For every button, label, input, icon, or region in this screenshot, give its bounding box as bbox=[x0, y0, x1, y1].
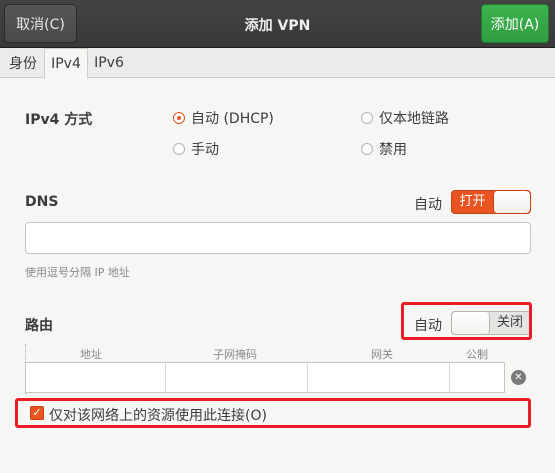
dns-input[interactable] bbox=[25, 222, 531, 254]
radio-unchecked-icon bbox=[361, 143, 373, 155]
switch-knob bbox=[492, 191, 530, 213]
clear-circle-icon[interactable]: ✕ bbox=[511, 370, 526, 385]
route-col-gateway: 网关 bbox=[371, 348, 393, 361]
radio-link-local[interactable]: 仅本地链路 bbox=[361, 108, 449, 128]
radio-unchecked-icon bbox=[173, 143, 185, 155]
route-netmask-input[interactable] bbox=[166, 363, 308, 392]
ipv4-method-label: IPv4 方式 bbox=[25, 112, 93, 128]
dns-label: DNS bbox=[25, 194, 59, 210]
route-col-metric: 公制 bbox=[466, 348, 488, 361]
restrict-checkbox[interactable]: ✓ bbox=[30, 406, 44, 420]
tab-ipv4[interactable]: IPv4 bbox=[44, 48, 88, 79]
tab-identity[interactable]: 身份 bbox=[2, 48, 44, 78]
switch-state-text: 关闭 bbox=[496, 315, 523, 330]
radio-manual[interactable]: 手动 bbox=[173, 139, 219, 159]
radio-label: 手动 bbox=[191, 142, 219, 158]
switch-knob bbox=[452, 312, 490, 334]
dns-auto-label: 自动 bbox=[414, 197, 442, 213]
dialog-title: 添加 VPN bbox=[244, 18, 311, 34]
route-col-netmask: 子网掩码 bbox=[213, 348, 257, 361]
radio-unchecked-icon bbox=[361, 112, 373, 124]
dns-hint: 使用逗号分隔 IP 地址 bbox=[25, 266, 130, 279]
radio-label: 自动 (DHCP) bbox=[191, 111, 274, 127]
route-gateway-input[interactable] bbox=[308, 363, 450, 392]
add-button[interactable]: 添加(A) bbox=[481, 4, 549, 43]
route-col-address: 地址 bbox=[80, 348, 102, 361]
tab-ipv6[interactable]: IPv6 bbox=[88, 48, 130, 78]
restrict-label: 仅对该网络上的资源使用此连接(O) bbox=[49, 408, 267, 424]
route-address-input[interactable] bbox=[26, 363, 166, 392]
dns-auto-switch[interactable]: 打开 bbox=[451, 190, 531, 214]
radio-checked-icon bbox=[173, 112, 185, 124]
switch-state-text: 打开 bbox=[459, 194, 486, 209]
routes-label: 路由 bbox=[25, 318, 53, 334]
routes-auto-switch[interactable]: 关闭 bbox=[451, 311, 531, 335]
radio-label: 仅本地链路 bbox=[379, 111, 449, 127]
route-metric-input[interactable] bbox=[450, 363, 504, 392]
checkmark-icon: ✓ bbox=[32, 406, 42, 419]
tab-bar: 身份 IPv4 IPv6 bbox=[0, 48, 555, 79]
radio-label: 禁用 bbox=[379, 142, 407, 158]
header-bar: 取消(C) 添加 VPN 添加(A) bbox=[0, 0, 555, 48]
route-row bbox=[25, 362, 505, 393]
routes-auto-label: 自动 bbox=[414, 318, 442, 334]
radio-disabled[interactable]: 禁用 bbox=[361, 139, 407, 159]
radio-auto-dhcp[interactable]: 自动 (DHCP) bbox=[173, 108, 274, 128]
